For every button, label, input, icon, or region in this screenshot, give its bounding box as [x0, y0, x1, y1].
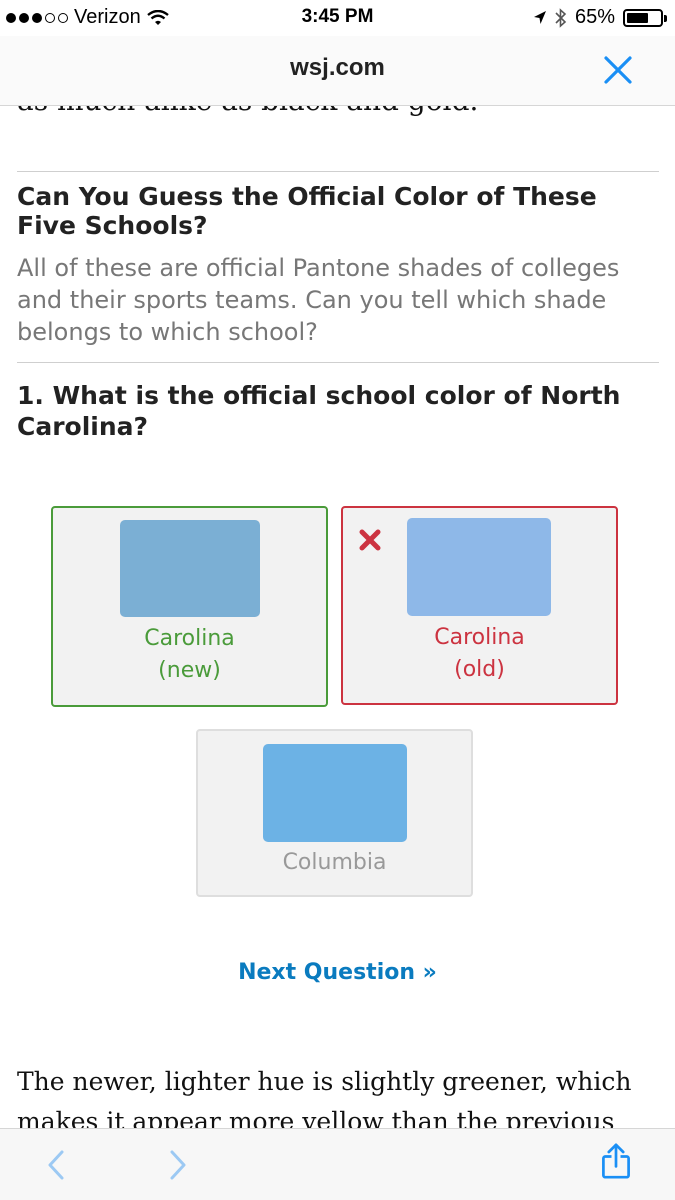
option-label: Carolina (old): [434, 625, 525, 682]
browser-toolbar: [0, 1128, 675, 1200]
answer-option-carolina-old[interactable]: Carolina (old): [341, 506, 618, 705]
option-label: Columbia: [282, 850, 387, 875]
battery-icon: [623, 8, 667, 27]
battery-level: [627, 12, 648, 23]
color-swatch: [263, 744, 407, 842]
status-bar: Verizon 3:45 PM 65%: [0, 0, 675, 36]
chevron-right-icon[interactable]: [160, 1147, 196, 1183]
quiz-description: All of these are official Pantone shades…: [17, 254, 620, 346]
answer-option-columbia[interactable]: Columbia: [196, 729, 473, 897]
bluetooth-icon: [555, 7, 567, 28]
url-domain[interactable]: wsj.com: [0, 54, 675, 82]
answer-option-carolina-new[interactable]: Carolina (new): [51, 506, 328, 707]
location-arrow-icon: [533, 10, 546, 24]
browser-header: wsj.com: [0, 36, 675, 106]
quiz-title: Can You Guess the Official Color of Thes…: [17, 182, 597, 240]
option-label: Carolina (new): [144, 626, 235, 683]
x-mark-icon: [359, 529, 381, 551]
close-icon[interactable]: [601, 53, 635, 87]
color-swatch: [120, 520, 260, 617]
article-paragraph: The newer, lighter hue is slightly green…: [17, 1067, 632, 1128]
battery-percent: 65%: [574, 6, 615, 28]
article-content: as much alike as black and gold. Can You…: [0, 90, 675, 1128]
question-text: 1. What is the official school color of …: [17, 381, 621, 441]
share-icon[interactable]: [598, 1143, 634, 1179]
section-divider: [17, 171, 659, 172]
next-question-link[interactable]: Next Question »: [0, 960, 675, 985]
color-swatch: [407, 518, 551, 616]
status-right: 65%: [533, 6, 667, 29]
question-divider: [17, 362, 659, 363]
chevron-left-icon[interactable]: [38, 1147, 74, 1183]
